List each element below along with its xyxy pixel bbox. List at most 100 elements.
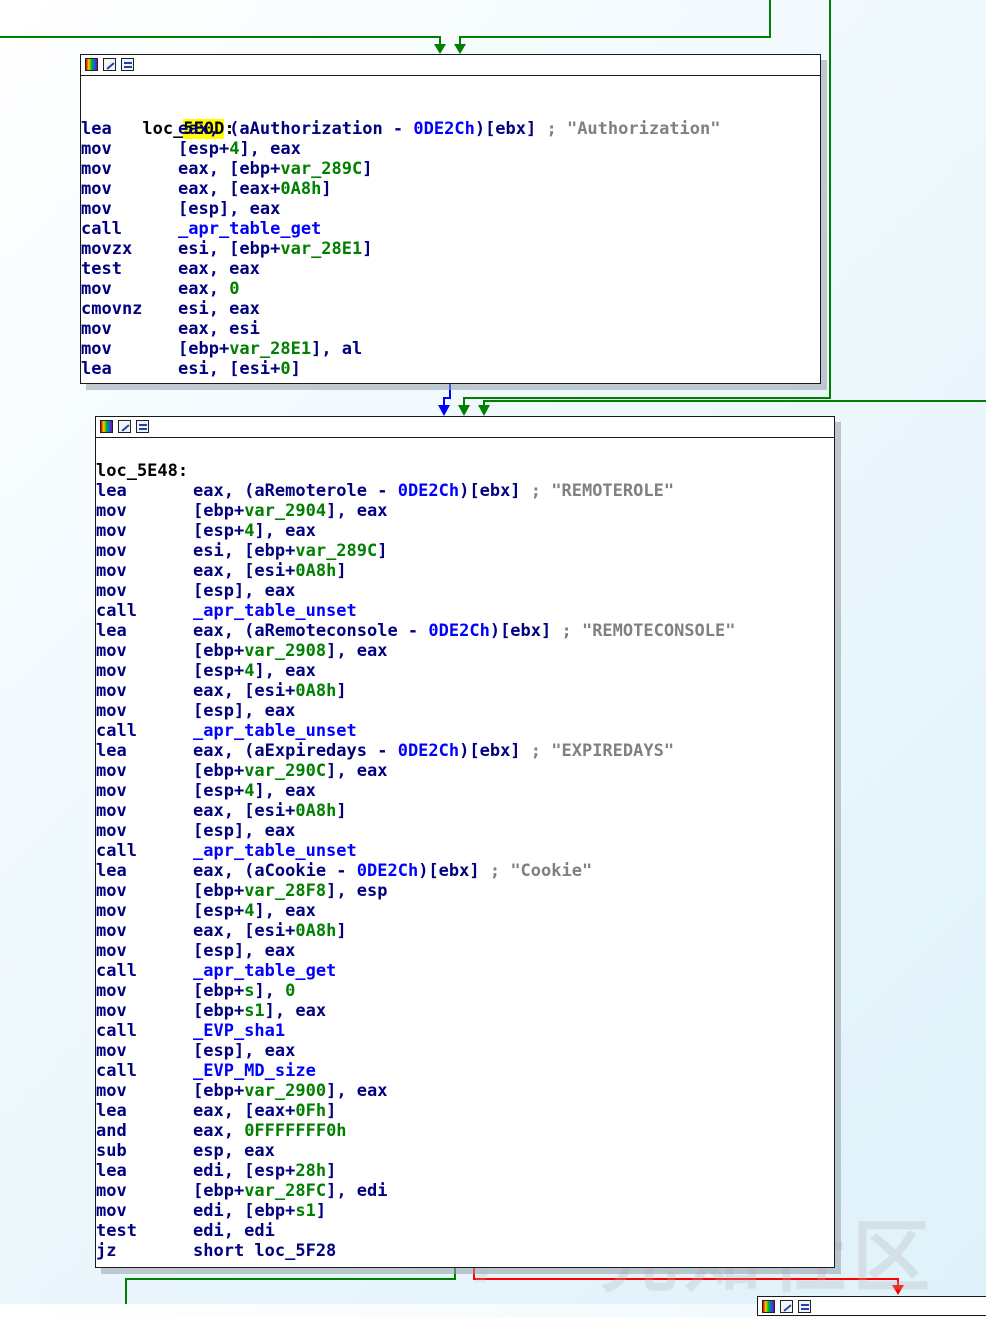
stack-variable[interactable]: var_2904 <box>244 501 326 521</box>
symbol-ref[interactable]: _EVP_sha1 <box>193 1021 285 1041</box>
symbol-ref[interactable]: 0DE2Ch <box>428 621 489 641</box>
operand-text: ], eax <box>254 781 316 801</box>
instruction-line[interactable]: mov [esp], eax <box>96 1041 834 1061</box>
instruction-line[interactable]: mov eax, [eax+0A8h] <box>81 179 820 199</box>
instruction-line[interactable]: mov [esp], eax <box>81 199 820 219</box>
instruction-line[interactable]: call _apr_table_get <box>81 219 820 239</box>
stack-variable[interactable]: var_28F8 <box>244 881 326 901</box>
instruction-line[interactable]: sub esp, eax <box>96 1141 834 1161</box>
symbol-ref[interactable]: _EVP_MD_size <box>193 1061 316 1081</box>
instruction-line[interactable]: test eax, eax <box>81 259 820 279</box>
instruction-line[interactable]: call _apr_table_get <box>96 961 834 981</box>
symbol-ref[interactable]: _apr_table_unset <box>193 601 357 621</box>
stack-variable[interactable]: var_28E1 <box>280 239 362 259</box>
operand-text: eax, [esi+ <box>193 801 296 821</box>
stack-variable[interactable]: var_28FC <box>244 1181 326 1201</box>
rename-icon[interactable] <box>118 420 131 433</box>
instruction-line[interactable]: mov eax, [esi+0A8h] <box>96 801 834 821</box>
instruction-line[interactable]: mov [esp], eax <box>96 941 834 961</box>
instruction-line[interactable]: mov eax, 0 <box>81 279 820 299</box>
instruction-line[interactable]: mov [ebp+var_2904], eax <box>96 501 834 521</box>
color-palette-icon[interactable] <box>100 420 113 433</box>
instruction-line[interactable]: mov eax, [esi+0A8h] <box>96 921 834 941</box>
symbol-ref[interactable]: _apr_table_get <box>193 961 336 981</box>
instruction-line[interactable]: mov [esp+4], eax <box>96 521 834 541</box>
instruction-line[interactable]: mov esi, [ebp+var_289C] <box>96 541 834 561</box>
instruction-line[interactable]: call _EVP_sha1 <box>96 1021 834 1041</box>
instruction-line[interactable]: mov eax, esi <box>81 319 820 339</box>
instruction-line[interactable]: lea edi, [esp+28h] <box>96 1161 834 1181</box>
stack-variable[interactable]: var_289C <box>280 159 362 179</box>
stack-variable[interactable]: var_2900 <box>244 1081 326 1101</box>
instruction-line[interactable]: movzx esi, [ebp+var_28E1] <box>81 239 820 259</box>
instruction-line[interactable]: mov [esp+4], eax <box>96 661 834 681</box>
edge-to-block1-left <box>0 36 441 50</box>
symbol-ref[interactable]: 0DE2Ch <box>413 119 474 139</box>
operand-text: ], eax <box>264 1001 327 1021</box>
operand-text: [ebp+ <box>193 981 245 1001</box>
instruction-line[interactable]: lea eax, (aAuthorization - 0DE2Ch)[ebx] ;… <box>81 119 820 139</box>
instruction-line[interactable]: lea eax, (aRemoteconsole - 0DE2Ch)[ebx] ;… <box>96 621 834 641</box>
instruction-line[interactable]: mov [ebp+var_2908], eax <box>96 641 834 661</box>
instruction-line[interactable]: mov [esp], eax <box>96 581 834 601</box>
instruction-line[interactable]: mov eax, [esi+0A8h] <box>96 681 834 701</box>
code-block-loc-5e48[interactable]: loc_5E48: lea eax, (aRemoterole - 0DE2Ch)… <box>95 416 835 1268</box>
instruction-mnemonic: mov <box>96 641 127 661</box>
rename-icon[interactable] <box>103 58 116 71</box>
instruction-line[interactable]: mov [esp+4], eax <box>96 901 834 921</box>
stack-variable[interactable]: var_290C <box>244 761 326 781</box>
instruction-line[interactable]: mov [esp+4], eax <box>81 139 820 159</box>
symbol-ref[interactable]: 0DE2Ch <box>398 481 459 501</box>
instruction-line[interactable]: mov edi, [ebp+s1] <box>96 1201 834 1221</box>
stack-variable[interactable]: s1 <box>295 1201 315 1221</box>
stack-variable[interactable]: s <box>244 981 254 1001</box>
instruction-line[interactable]: test edi, edi <box>96 1221 834 1241</box>
operand-text: eax, (aExpiredays - <box>193 741 398 761</box>
instruction-line[interactable]: mov [ebp+var_28FC], edi <box>96 1181 834 1201</box>
symbol-ref[interactable]: _apr_table_unset <box>193 721 357 741</box>
instruction-line[interactable]: mov [esp], eax <box>96 701 834 721</box>
instruction-line[interactable]: mov [ebp+var_290C], eax <box>96 761 834 781</box>
block-label[interactable]: loc_5E48: <box>96 461 834 481</box>
instruction-line[interactable]: call _apr_table_unset <box>96 601 834 621</box>
rename-icon[interactable] <box>780 1300 793 1313</box>
instruction-line[interactable]: mov [esp], eax <box>96 821 834 841</box>
graph-overview-icon[interactable] <box>121 58 134 71</box>
instruction-line[interactable]: cmovnz esi, eax <box>81 299 820 319</box>
instruction-line[interactable]: mov [ebp+s], 0 <box>96 981 834 1001</box>
block-label[interactable]: loc_5E0D: <box>81 99 820 139</box>
instruction-line[interactable]: mov [ebp+var_28F8], esp <box>96 881 834 901</box>
instruction-line[interactable]: lea esi, [esi+0] <box>81 359 820 379</box>
instruction-line[interactable]: call _apr_table_unset <box>96 841 834 861</box>
instruction-line[interactable]: lea eax, (aExpiredays - 0DE2Ch)[ebx] ; "E… <box>96 741 834 761</box>
code-block-loc-5e0d[interactable]: loc_5E0D: lea eax, (aAuthorization - 0DE2… <box>80 54 821 384</box>
instruction-line[interactable]: and eax, 0FFFFFFF0h <box>96 1121 834 1141</box>
instruction-line[interactable]: mov [ebp+s1], eax <box>96 1001 834 1021</box>
symbol-ref[interactable]: _apr_table_unset <box>193 841 357 861</box>
instruction-line[interactable]: mov [ebp+var_2900], eax <box>96 1081 834 1101</box>
instruction-line[interactable]: mov [ebp+var_28E1], al <box>81 339 820 359</box>
immediate-value: 0A8h <box>295 921 337 941</box>
instruction-line[interactable]: mov [esp+4], eax <box>96 781 834 801</box>
graph-overview-icon[interactable] <box>136 420 149 433</box>
stack-variable[interactable]: var_2908 <box>244 641 326 661</box>
stack-variable[interactable]: var_28E1 <box>229 339 311 359</box>
instruction-line[interactable]: jz short loc_5F28 <box>96 1241 834 1261</box>
color-palette-icon[interactable] <box>762 1300 775 1313</box>
arrowhead-block1-right <box>454 44 466 54</box>
instruction-line[interactable]: lea eax, [eax+0Fh] <box>96 1101 834 1121</box>
stack-variable[interactable]: var_289C <box>295 541 377 561</box>
color-palette-icon[interactable] <box>85 58 98 71</box>
symbol-ref[interactable]: 0DE2Ch <box>398 741 459 761</box>
instruction-line[interactable]: mov eax, [esi+0A8h] <box>96 561 834 581</box>
instruction-line[interactable]: call _EVP_MD_size <box>96 1061 834 1081</box>
symbol-ref[interactable]: 0DE2Ch <box>357 861 418 881</box>
code-block-loc-5f28-partial[interactable] <box>757 1296 986 1316</box>
stack-variable[interactable]: s1 <box>244 1001 264 1021</box>
instruction-line[interactable]: lea eax, (aRemoterole - 0DE2Ch)[ebx] ; "R… <box>96 481 834 501</box>
instruction-line[interactable]: mov eax, [ebp+var_289C] <box>81 159 820 179</box>
instruction-line[interactable]: call _apr_table_unset <box>96 721 834 741</box>
graph-overview-icon[interactable] <box>798 1300 811 1313</box>
symbol-ref[interactable]: _apr_table_get <box>178 219 321 239</box>
instruction-line[interactable]: lea eax, (aCookie - 0DE2Ch)[ebx] ; "Cooki… <box>96 861 834 881</box>
